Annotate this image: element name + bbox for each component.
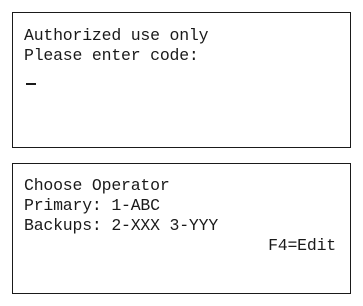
- operator-title: Choose Operator: [24, 176, 170, 195]
- code-prompt: Please enter code:: [24, 46, 199, 65]
- primary-operator[interactable]: Primary: 1-ABC: [24, 196, 160, 216]
- input-cursor[interactable]: [26, 83, 36, 85]
- operator-screen: Choose Operator Primary: 1-ABC Backups: …: [12, 163, 351, 294]
- f4-edit-softkey[interactable]: F4=Edit: [268, 236, 336, 256]
- auth-message: Authorized use only: [24, 26, 209, 45]
- auth-screen: Authorized use only Please enter code:: [12, 12, 351, 148]
- backup-operators[interactable]: Backups: 2-XXX 3-YYY: [24, 216, 218, 236]
